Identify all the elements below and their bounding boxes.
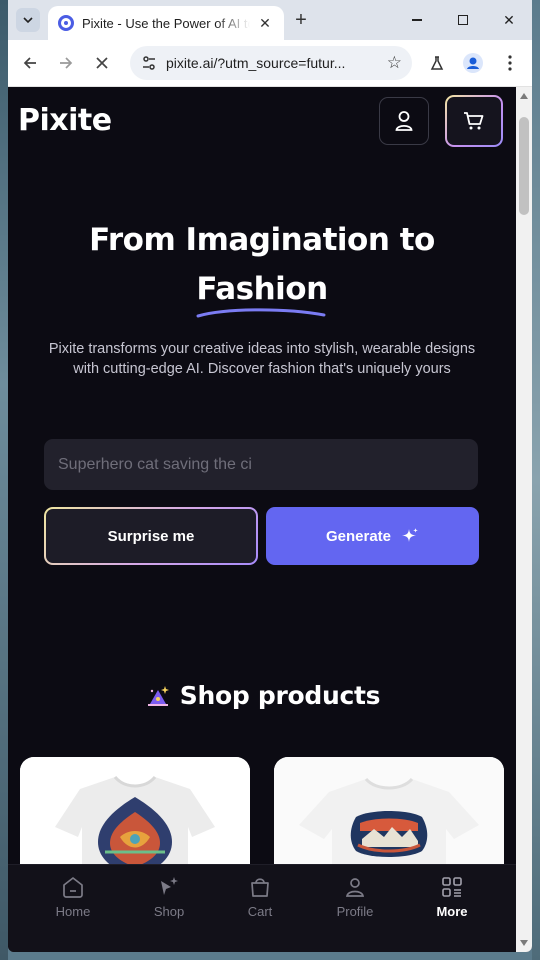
scroll-down-arrow-icon[interactable] (520, 940, 528, 946)
hero-title-line2: Fashion (196, 271, 328, 307)
cart-button[interactable] (445, 95, 503, 147)
browser-toolbar: pixite.ai/?utm_source=futur... ☆ (8, 40, 532, 87)
design-prompt-input[interactable] (44, 439, 478, 490)
new-tab-button[interactable]: + (290, 9, 312, 31)
desktop-background-right (532, 0, 540, 960)
arrow-left-icon (23, 57, 36, 69)
nav-label-home: Home (55, 904, 91, 919)
title-underline-swash (196, 308, 326, 318)
scrollbar-thumb[interactable] (519, 117, 529, 215)
account-button[interactable] (379, 97, 429, 145)
shop-products-title: Shop products (179, 681, 381, 710)
kebab-menu-icon (508, 55, 512, 71)
back-button[interactable] (17, 50, 43, 76)
forward-button[interactable] (53, 50, 79, 76)
tab-strip: Pixite - Use the Power of AI to Design F… (8, 0, 532, 40)
site-settings-icon[interactable] (140, 54, 158, 72)
arrow-right-icon (60, 57, 73, 69)
tab-search-button[interactable] (16, 8, 40, 32)
browser-window: Pixite - Use the Power of AI to Design F… (8, 0, 532, 952)
nav-item-home[interactable]: Home (33, 875, 113, 931)
page-scrollbar[interactable] (516, 87, 532, 952)
scroll-up-arrow-icon[interactable] (520, 93, 528, 99)
tab-close-icon[interactable]: ✕ (256, 14, 274, 32)
generate-label: Generate (325, 527, 392, 545)
user-icon (345, 878, 365, 897)
shopping-cart-icon (464, 112, 484, 130)
bag-icon (251, 878, 269, 897)
flask-icon (430, 56, 444, 70)
home-icon (63, 877, 83, 898)
pixite-logo[interactable]: Pixite (18, 103, 112, 138)
maximize-button[interactable] (440, 0, 486, 40)
sparkle-icon (402, 528, 419, 542)
nav-item-profile[interactable]: Profile (315, 875, 395, 931)
surprise-me-label: Surprise me (107, 527, 195, 545)
profile-account-button[interactable] (460, 50, 486, 76)
user-icon (395, 111, 413, 131)
magic-wand-icon (147, 685, 169, 706)
stop-loading-button[interactable] (89, 50, 115, 76)
account-avatar-icon (463, 53, 483, 73)
active-tab[interactable]: Pixite - Use the Power of AI to Design F… (48, 6, 284, 40)
nav-item-shop[interactable]: Shop (129, 875, 209, 931)
close-icon (96, 57, 108, 69)
minimize-button[interactable] (394, 0, 440, 40)
hero-subtitle: Pixite transforms your creative ideas in… (48, 341, 476, 377)
pixite-page: Pixite From Imagination to Fashion Pixit… (8, 87, 516, 952)
labs-button[interactable] (424, 50, 450, 76)
tab-title: Pixite - Use the Power of AI to Design F… (82, 15, 250, 31)
bottom-navigation: Home Shop Cart Profile More (8, 864, 516, 952)
maximize-icon (458, 15, 468, 25)
url-text: pixite.ai/?utm_source=futur... (166, 55, 346, 71)
generate-button[interactable]: Generate (266, 507, 479, 565)
nav-label-shop: Shop (153, 904, 185, 919)
nav-item-cart[interactable]: Cart (220, 875, 300, 931)
close-icon: ✕ (503, 11, 515, 28)
chevron-down-icon (23, 17, 33, 24)
grid-icon (442, 877, 462, 897)
desktop-background-left (0, 0, 8, 960)
surprise-me-button[interactable]: Surprise me (44, 507, 258, 565)
address-bar[interactable]: pixite.ai/?utm_source=futur... ☆ (130, 46, 412, 80)
page-viewport: Pixite From Imagination to Fashion Pixit… (8, 87, 532, 952)
bookmark-star-icon[interactable]: ☆ (387, 53, 402, 73)
nav-label-cart: Cart (247, 904, 273, 919)
sparkle-shop-icon (161, 877, 178, 895)
minimize-icon (412, 19, 422, 21)
shop-products-heading: Shop products (8, 681, 516, 710)
browser-menu-button[interactable] (497, 50, 523, 76)
nav-item-more[interactable]: More (412, 875, 492, 931)
pixite-favicon-icon (58, 15, 74, 31)
nav-label-profile: Profile (336, 904, 374, 919)
hero-title-line1: From Imagination to (89, 222, 435, 258)
close-window-button[interactable]: ✕ (486, 0, 532, 40)
nav-label-more: More (436, 904, 468, 919)
